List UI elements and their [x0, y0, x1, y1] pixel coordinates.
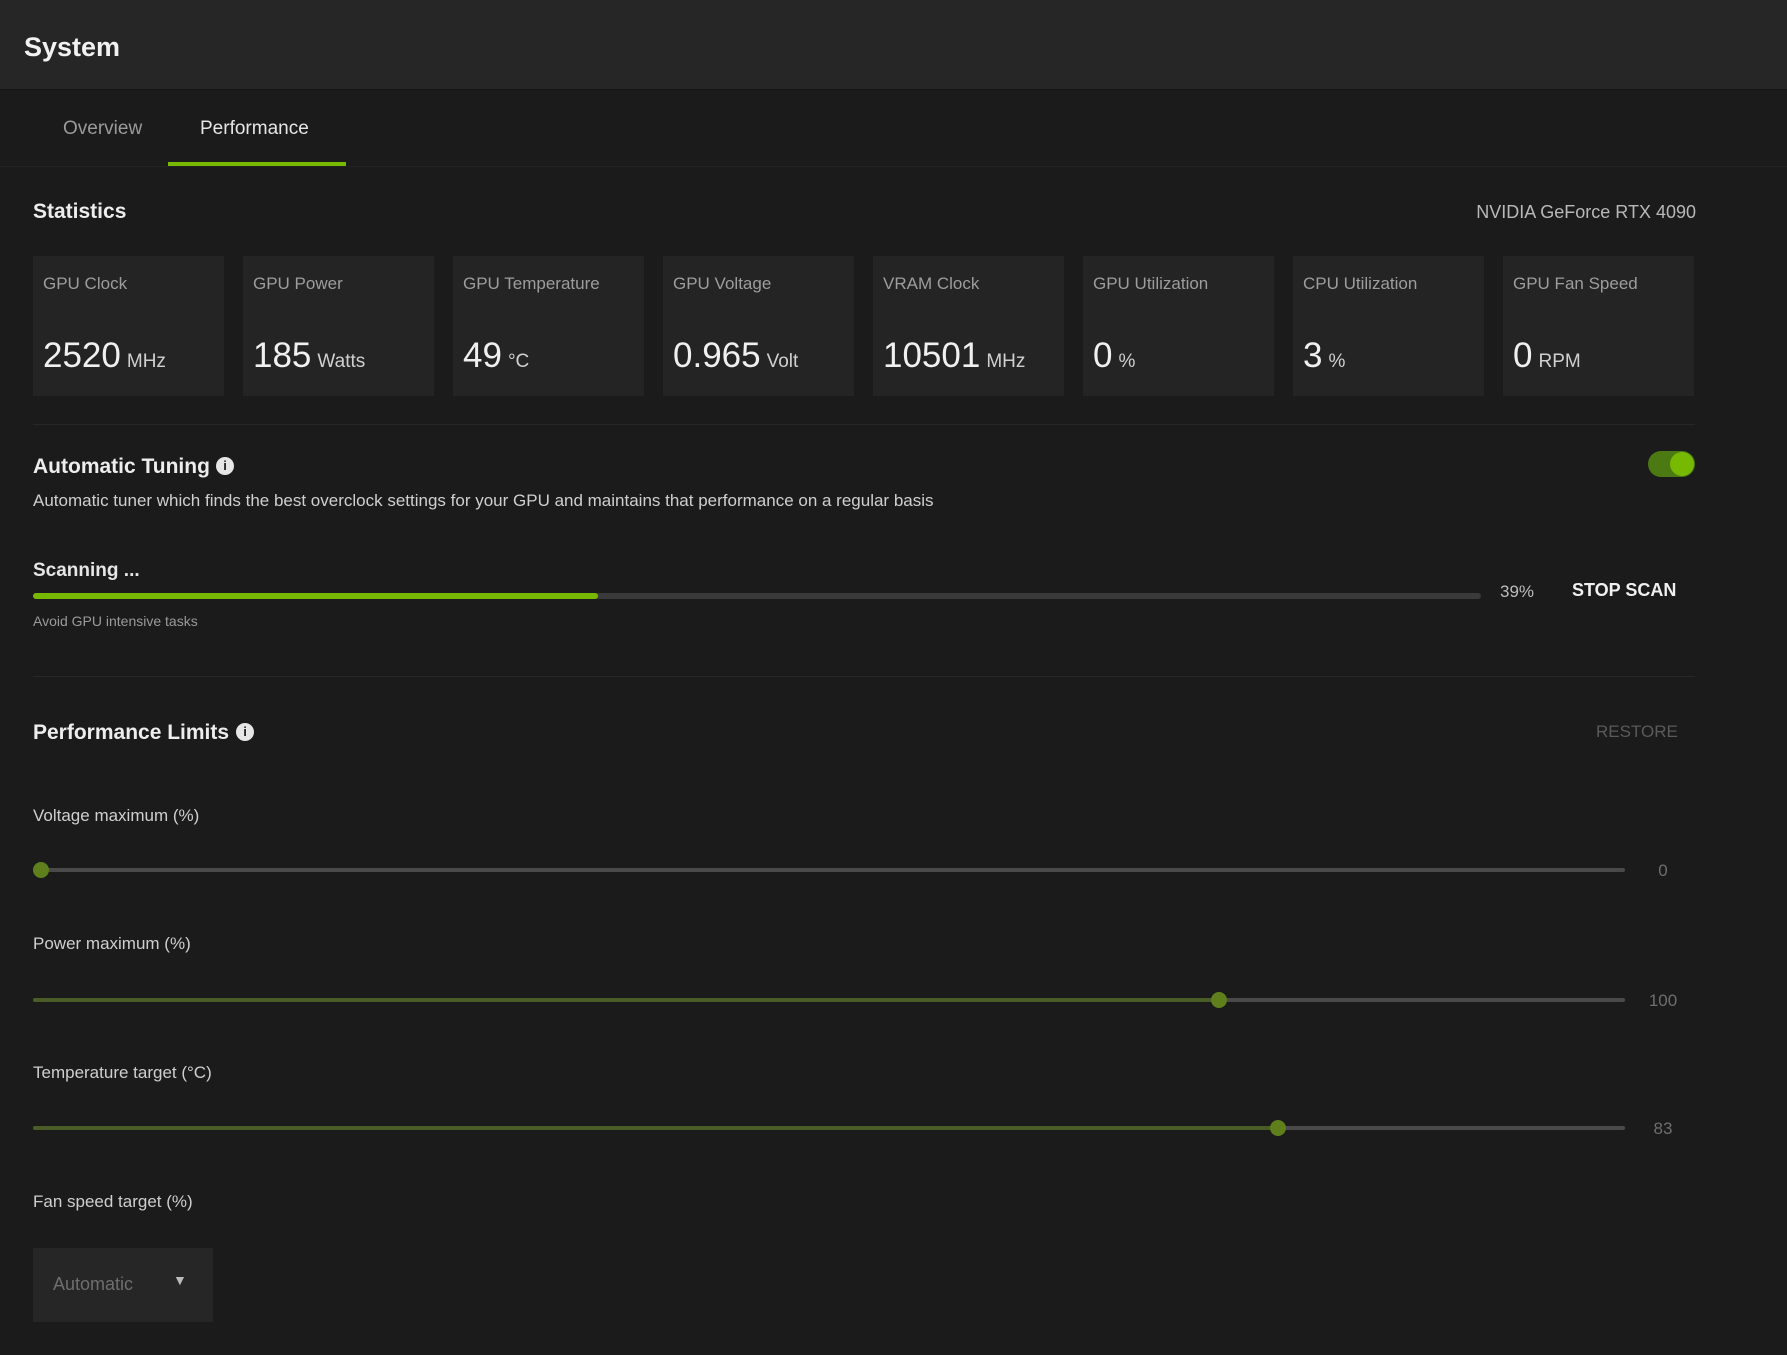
window-title: System	[24, 32, 121, 62]
slider-thumb[interactable]	[1211, 992, 1228, 1008]
fan-speed-target-label: Fan speed target (%)	[33, 1192, 193, 1211]
title-bar: System	[0, 0, 1787, 90]
power-maximum-label: Power maximum (%)	[33, 934, 191, 953]
power-maximum-value: 100	[1648, 991, 1678, 1010]
stat-card-gpu-clock: GPU Clock 2520 MHz	[33, 256, 224, 396]
stat-card-gpu-utilization: GPU Utilization 0%	[1083, 256, 1274, 396]
stat-card-gpu-power: GPU Power 185 Watts	[243, 256, 434, 396]
stat-number: 3	[1303, 336, 1323, 375]
stat-value: 185 Watts	[253, 336, 365, 376]
info-icon[interactable]: i	[216, 457, 234, 475]
stat-number: 49	[463, 336, 502, 375]
stat-number: 0	[1093, 336, 1113, 375]
stat-card-cpu-utilization: CPU Utilization 3%	[1293, 256, 1484, 396]
info-icon[interactable]: i	[236, 723, 254, 741]
stat-number: 0.965	[673, 336, 761, 375]
stat-unit: °C	[507, 351, 530, 372]
stat-value: 2520 MHz	[43, 336, 166, 376]
stat-number: 185	[253, 336, 312, 375]
automatic-tuning-toggle[interactable]	[1648, 451, 1695, 477]
stat-label: CPU Utilization	[1303, 274, 1418, 293]
chevron-down-icon: ▼	[173, 1272, 187, 1288]
stat-label: GPU Voltage	[673, 274, 772, 293]
fan-speed-selected-value: Automatic	[53, 1274, 134, 1294]
slider-fill	[33, 1126, 1278, 1130]
stop-scan-button[interactable]: STOP SCAN	[1572, 580, 1676, 601]
tabs-divider	[0, 166, 1787, 167]
slider-thumb[interactable]	[1269, 1120, 1286, 1136]
stat-unit: Watts	[317, 351, 366, 372]
temperature-target-value: 83	[1653, 1119, 1673, 1138]
section-divider	[33, 676, 1695, 677]
stat-unit: RPM	[1538, 351, 1581, 372]
tab-overview[interactable]: Overview	[63, 118, 142, 140]
scan-progress-bar	[33, 593, 1481, 599]
slider-thumb[interactable]	[33, 862, 49, 878]
tab-performance[interactable]: Performance	[200, 118, 309, 140]
stat-unit: MHz	[986, 351, 1026, 372]
stat-label: GPU Clock	[43, 274, 128, 293]
performance-limits-title: Performance Limits	[33, 721, 230, 744]
temperature-target-slider[interactable]	[33, 1120, 1625, 1136]
stat-unit: MHz	[126, 351, 166, 372]
scan-status-label: Scanning ...	[33, 560, 140, 581]
statistics-cards: GPU Clock 2520 MHz GPU Power 185 Watts GPU…	[33, 256, 1695, 396]
tab-bar: Overview Performance	[0, 90, 1787, 168]
voltage-maximum-value: 0	[1658, 861, 1668, 880]
stat-card-vram-clock: VRAM Clock 10501 MHz	[873, 256, 1064, 396]
automatic-tuning-title: Automatic Tuning	[33, 455, 210, 478]
stat-card-gpu-voltage: GPU Voltage 0.965 Volt	[663, 256, 854, 396]
statistics-title: Statistics	[33, 200, 127, 223]
automatic-tuning-description: Automatic tuner which finds the best ove…	[33, 491, 934, 510]
voltage-maximum-label: Voltage maximum (%)	[33, 806, 200, 825]
scan-progress-fill	[33, 593, 598, 599]
stat-number: 0	[1513, 336, 1533, 375]
stat-value: 3%	[1303, 336, 1345, 376]
stat-label: GPU Power	[253, 274, 343, 293]
restore-button[interactable]: RESTORE	[1596, 722, 1678, 742]
stat-value: 10501 MHz	[883, 336, 1025, 376]
gpu-name: NVIDIA GeForce RTX 4090	[1476, 202, 1696, 222]
stat-card-gpu-temperature: GPU Temperature 49 °C	[453, 256, 644, 396]
stat-value: 0%	[1093, 336, 1135, 376]
scan-percent: 39%	[1500, 582, 1535, 601]
stat-unit: %	[1328, 351, 1346, 372]
stat-label: GPU Temperature	[463, 274, 600, 293]
scan-hint: Avoid GPU intensive tasks	[33, 613, 198, 629]
voltage-maximum-slider[interactable]	[33, 862, 1625, 878]
stat-number: 2520	[43, 336, 121, 375]
temperature-target-label: Temperature target (°C)	[33, 1063, 212, 1082]
stat-unit: Volt	[766, 351, 799, 372]
stat-label: VRAM Clock	[883, 274, 980, 293]
stat-unit: %	[1118, 351, 1136, 372]
stat-number: 10501	[883, 336, 981, 375]
stat-card-gpu-fan-speed: GPU Fan Speed 0 RPM	[1503, 256, 1694, 396]
slider-fill	[33, 998, 1220, 1002]
stat-value: 49 °C	[463, 336, 529, 376]
fan-speed-target-select[interactable]: Automatic ▼	[33, 1248, 213, 1322]
section-divider	[33, 424, 1695, 425]
toggle-knob	[1670, 452, 1694, 476]
stat-label: GPU Fan Speed	[1513, 274, 1638, 293]
stat-value: 0.965 Volt	[673, 336, 798, 376]
power-maximum-slider[interactable]	[33, 992, 1625, 1008]
stat-label: GPU Utilization	[1093, 274, 1209, 293]
stat-value: 0 RPM	[1513, 336, 1581, 376]
